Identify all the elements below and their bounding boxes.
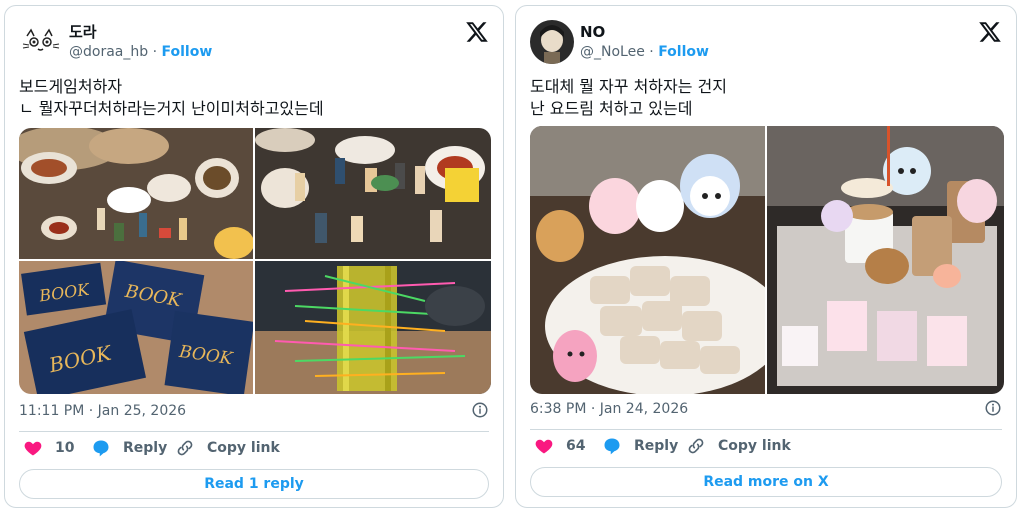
divider xyxy=(19,431,489,432)
copy-link-button[interactable]: Copy link xyxy=(686,434,791,458)
tweet-header: 도라 @doraa_hb · Follow xyxy=(19,20,489,64)
follow-button[interactable]: Follow xyxy=(658,44,709,60)
media-image[interactable] xyxy=(19,128,253,259)
heart-icon xyxy=(24,441,42,456)
copy-link-label: Copy link xyxy=(718,438,791,454)
link-icon xyxy=(688,438,704,454)
reply-button[interactable]: Reply xyxy=(91,436,167,460)
display-name[interactable]: 도라 xyxy=(69,22,212,42)
tweet-card[interactable]: 도라 @doraa_hb · Follow 보드게임처하자 ㄴ 뭘자꾸더처하라는… xyxy=(4,5,504,508)
reply-icon xyxy=(93,440,109,457)
display-name[interactable]: NO xyxy=(580,22,709,42)
like-count: 64 xyxy=(566,438,586,454)
reply-button[interactable]: Reply xyxy=(602,434,678,458)
media-image[interactable] xyxy=(255,261,491,394)
read-more-button[interactable]: Read more on X xyxy=(530,467,1002,497)
action-bar: 64 Reply Copy link xyxy=(530,434,1002,458)
heart-icon xyxy=(535,439,553,454)
like-button[interactable]: 64 xyxy=(534,434,585,458)
reply-label: Reply xyxy=(123,440,168,456)
separator-dot: · xyxy=(649,44,659,60)
action-bar: 10 Reply Copy link xyxy=(19,436,489,460)
like-button[interactable]: 10 xyxy=(23,436,74,460)
tweet-text: 보드게임처하자 ㄴ 뭘자꾸더처하라는거지 난이미처하고있는데 xyxy=(19,77,324,118)
avatar[interactable] xyxy=(19,20,63,64)
follow-button[interactable]: Follow xyxy=(162,44,213,60)
media-image[interactable] xyxy=(767,126,1004,394)
divider xyxy=(530,429,1002,430)
separator-dot: · xyxy=(152,44,162,60)
read-replies-button[interactable]: Read 1 reply xyxy=(19,469,489,499)
tweet-text: 도대체 뭘 자꾸 처하자는 건지 난 요드림 처하고 있는데 xyxy=(530,77,727,118)
timestamp[interactable]: 11:11 PM · Jan 25, 2026 xyxy=(19,403,186,419)
like-count: 10 xyxy=(55,440,75,456)
timestamp-row: 11:11 PM · Jan 25, 2026 xyxy=(19,401,489,421)
avatar[interactable] xyxy=(530,20,574,64)
link-icon xyxy=(177,440,193,456)
user-handle[interactable]: @doraa_hb xyxy=(69,44,148,60)
copy-link-label: Copy link xyxy=(207,440,280,456)
media-grid xyxy=(530,126,1004,394)
x-logo-icon[interactable] xyxy=(465,20,489,44)
media-image[interactable]: BOOK BOOK BOOK BOOK xyxy=(19,261,253,394)
timestamp-row: 6:38 PM · Jan 24, 2026 xyxy=(530,399,1002,419)
tweet-card[interactable]: NO @_NoLee · Follow 도대체 뭘 자꾸 처하자는 건지 난 요… xyxy=(515,5,1017,508)
timestamp[interactable]: 6:38 PM · Jan 24, 2026 xyxy=(530,401,688,417)
info-icon[interactable] xyxy=(471,401,489,419)
copy-link-button[interactable]: Copy link xyxy=(175,436,280,460)
info-icon[interactable] xyxy=(984,399,1002,417)
reply-label: Reply xyxy=(634,438,679,454)
user-handle[interactable]: @_NoLee xyxy=(580,44,645,60)
tweet-header: NO @_NoLee · Follow xyxy=(530,20,1002,64)
media-grid: BOOK BOOK BOOK BOOK xyxy=(19,128,491,394)
media-image[interactable] xyxy=(530,126,765,394)
media-image[interactable] xyxy=(255,128,491,259)
reply-icon xyxy=(604,438,620,455)
x-logo-icon[interactable] xyxy=(978,20,1002,44)
